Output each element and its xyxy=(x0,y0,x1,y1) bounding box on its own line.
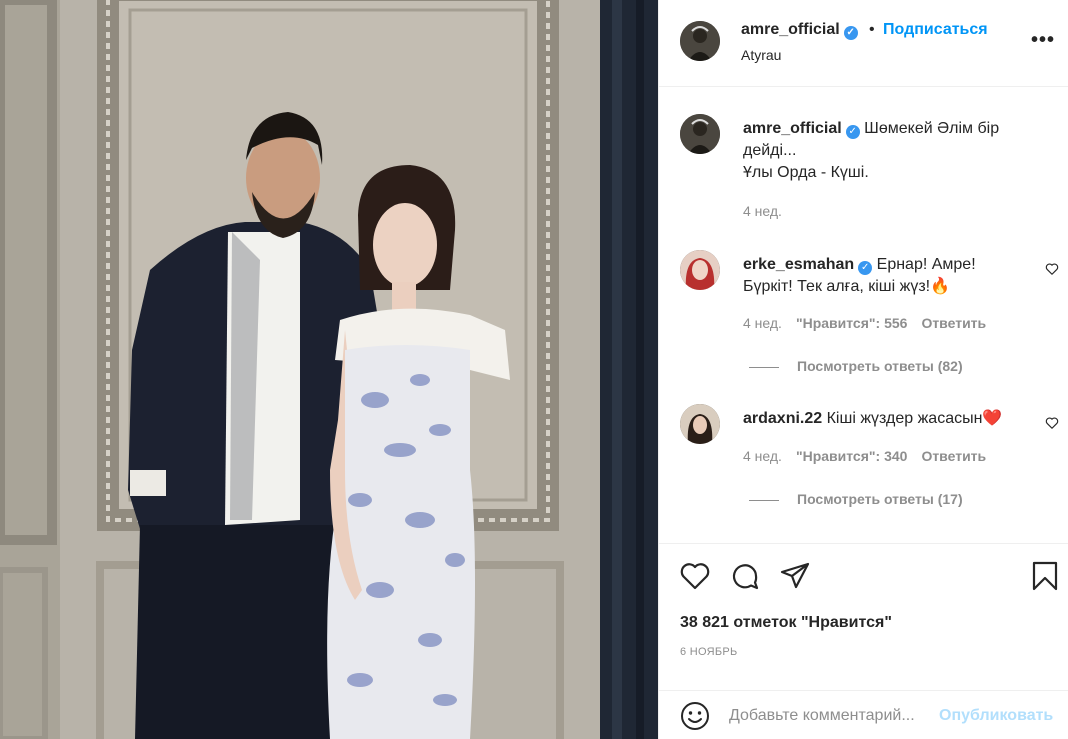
comment-time[interactable]: 4 нед. xyxy=(743,315,782,331)
more-options-icon[interactable]: ••• xyxy=(1031,30,1055,50)
author-username[interactable]: amre_official ✓ xyxy=(741,21,858,40)
comment-likes[interactable]: "Нравится": 556 xyxy=(796,315,907,331)
commenter-avatar[interactable] xyxy=(680,250,720,290)
post-date[interactable]: 6 НОЯБРЬ xyxy=(680,646,738,658)
caption-author-avatar[interactable] xyxy=(680,114,720,154)
instagram-post: amre_official ✓ • Подписаться Atyrau ••• … xyxy=(0,0,1068,739)
post-photo[interactable] xyxy=(0,0,658,739)
separator-dot: • xyxy=(869,21,875,38)
caption-username[interactable]: amre_official xyxy=(743,120,842,137)
share-icon[interactable] xyxy=(779,560,811,592)
verified-badge-icon: ✓ xyxy=(858,261,873,275)
author-username-text[interactable]: amre_official xyxy=(741,21,840,38)
caption-line-3: Ұлы Орда - Күші. xyxy=(743,164,869,181)
post-location[interactable]: Atyrau xyxy=(741,47,781,63)
comment-line-1: Ернар! Амре! xyxy=(876,256,976,273)
caption-text: amre_official ✓ Шөмекей Әлім бір дейді...… xyxy=(743,118,1043,184)
heart-icon[interactable] xyxy=(679,560,711,592)
follow-button[interactable]: Подписаться xyxy=(883,21,988,39)
replies-divider xyxy=(749,366,779,368)
verified-badge-icon: ✓ xyxy=(845,125,860,139)
comment-time[interactable]: 4 нед. xyxy=(743,448,782,464)
comment-like-heart-icon[interactable] xyxy=(1045,262,1059,276)
add-comment-bar: Опубликовать xyxy=(659,690,1068,739)
publish-button[interactable]: Опубликовать xyxy=(939,707,1053,725)
comment-icon[interactable] xyxy=(729,560,761,592)
view-replies-button[interactable]: Посмотреть ответы (17) xyxy=(749,491,963,507)
commenter-avatar[interactable] xyxy=(680,404,720,444)
replies-divider xyxy=(749,499,779,501)
caption-line-1: Шөмекей Әлім бір xyxy=(864,120,1000,137)
view-replies-button[interactable]: Посмотреть ответы (82) xyxy=(749,358,963,374)
comment-meta: 4 нед. "Нравится": 340 Ответить xyxy=(743,448,1000,464)
comment-text: erke_esmahan ✓ Ернар! Амре! Бүркіт! Тек а… xyxy=(743,254,1043,298)
comment-username[interactable]: erke_esmahan xyxy=(743,256,854,273)
comment-like-heart-icon[interactable] xyxy=(1045,416,1059,430)
view-replies-label[interactable]: Посмотреть ответы (82) xyxy=(797,358,963,374)
caption-line-2: дейді... xyxy=(743,142,797,159)
verified-badge-icon: ✓ xyxy=(843,26,858,40)
view-replies-label[interactable]: Посмотреть ответы (17) xyxy=(797,491,963,507)
comment-text: ardaxni.22 Кіші жүздер жасасын❤️ xyxy=(743,408,1043,430)
red-heart-emoji-icon: ❤️ xyxy=(982,410,1003,427)
caption-time[interactable]: 4 нед. xyxy=(743,203,782,219)
comment-input[interactable] xyxy=(729,703,939,729)
bookmark-icon[interactable] xyxy=(1029,560,1061,592)
post-details-panel: amre_official ✓ • Подписаться Atyrau ••• … xyxy=(658,0,1068,739)
reply-button[interactable]: Ответить xyxy=(921,315,986,331)
post-actions: 38 821 отметок "Нравится" 6 НОЯБРЬ xyxy=(659,543,1068,673)
post-header: amre_official ✓ • Подписаться Atyrau ••• xyxy=(659,0,1068,87)
fire-emoji-icon: 🔥 xyxy=(930,278,951,295)
comment-meta: 4 нед. "Нравится": 556 Ответить xyxy=(743,315,1000,331)
emoji-picker-icon[interactable] xyxy=(680,701,710,731)
comment-username[interactable]: ardaxni.22 xyxy=(743,410,822,427)
comment-line-2: Бүркіт! Тек алға, кіші жүз! xyxy=(743,278,931,295)
reply-button[interactable]: Ответить xyxy=(921,448,986,464)
caption-meta: 4 нед. xyxy=(743,203,796,219)
author-avatar[interactable] xyxy=(680,21,720,61)
photo-scene xyxy=(0,0,658,739)
comment-line-1: Кіші жүздер жасасын xyxy=(826,410,983,427)
comment-likes[interactable]: "Нравится": 340 xyxy=(796,448,907,464)
likes-count[interactable]: 38 821 отметок "Нравится" xyxy=(680,614,892,632)
